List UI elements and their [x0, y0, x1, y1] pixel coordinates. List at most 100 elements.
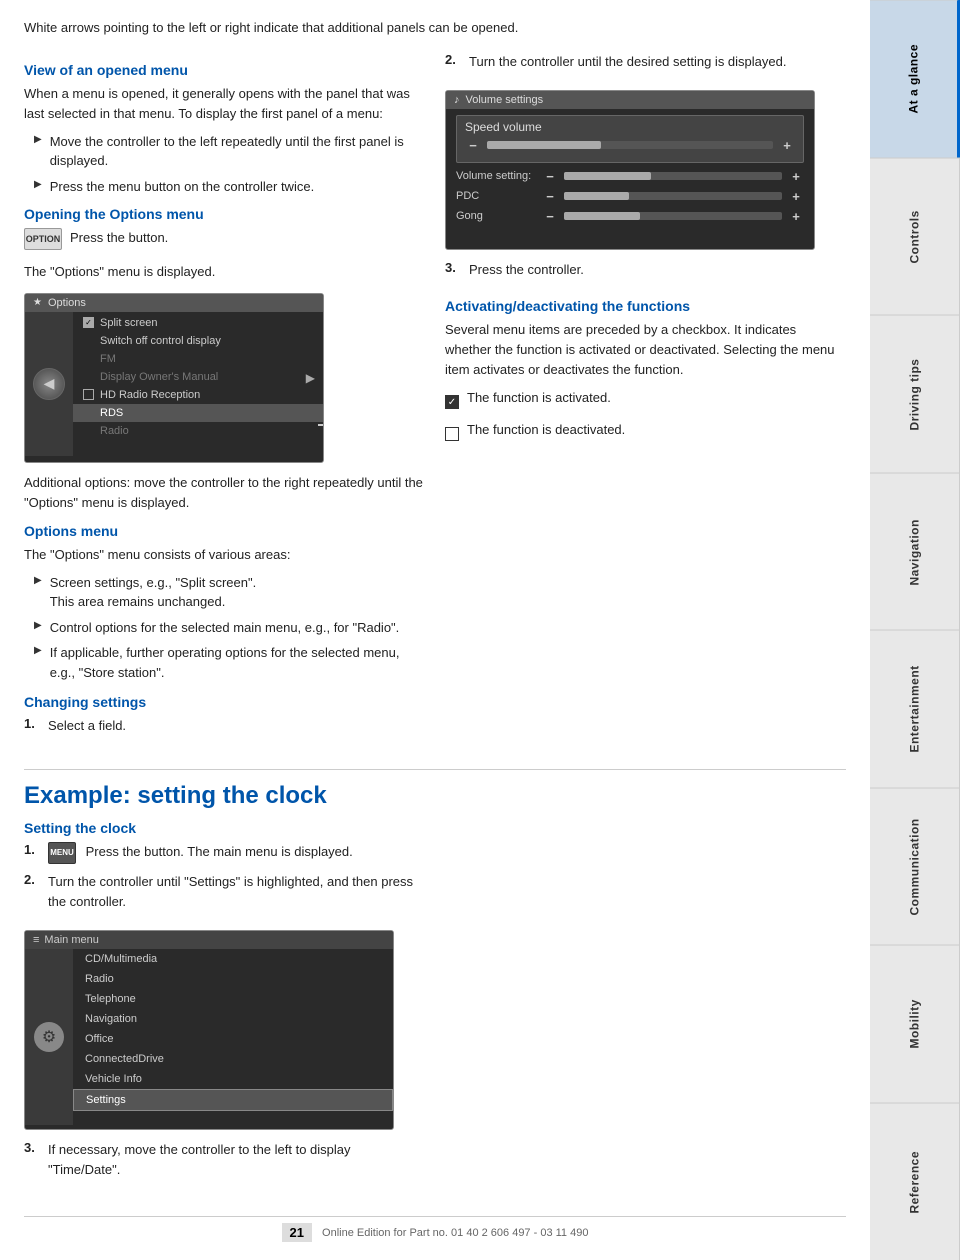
pointer-line: [265, 413, 324, 415]
activating-body: Several menu items are preceded by a che…: [445, 320, 846, 380]
example-step-1-text: Press the button. The main menu is displ…: [86, 844, 353, 859]
sidebar-tab-driving-tips[interactable]: Driving tips: [870, 315, 960, 473]
section-options-menu: Opening the Options menu OPTION Press th…: [24, 206, 425, 744]
checkbox-checked-icon: ✓: [83, 317, 94, 328]
activated-line: ✓ The function is activated.: [445, 388, 846, 416]
intro-text: White arrows pointing to the left or rig…: [24, 18, 846, 38]
right-step-3-label: 3.: [445, 260, 463, 288]
menu-item-office: Office: [73, 1029, 393, 1049]
left-arrow-icon: ◀: [44, 375, 55, 392]
sidebar-tab-communication[interactable]: Communication: [870, 788, 960, 946]
example-step-1: 1. MENU Press the button. The main menu …: [24, 842, 425, 864]
sidebar-tab-controls[interactable]: Controls: [870, 158, 960, 316]
sub-bullet-text-1: Screen settings, e.g., "Split screen".: [50, 575, 257, 590]
footer-text: Online Edition for Part no. 01 40 2 606 …: [322, 1227, 588, 1239]
menu-item-navigation: Navigation: [73, 1009, 393, 1029]
options-displayed-text: The "Options" menu is displayed.: [24, 262, 425, 282]
vol-setting-plus-icon: +: [788, 169, 804, 184]
options-screen-left-control: ◀: [25, 312, 73, 456]
options-screen-title: Options: [48, 297, 86, 309]
example-step-3-text: If necessary, move the controller to the…: [48, 1140, 425, 1180]
options-screen-body: ◀ ✓ Split screen Switch off control disp…: [25, 312, 323, 456]
unchecked-checkbox-icon: [445, 427, 459, 441]
sidebar-tab-navigation[interactable]: Navigation: [870, 473, 960, 631]
deactivated-text: The function is deactivated.: [467, 420, 625, 440]
vol-setting-minus-icon: −: [542, 169, 558, 184]
menu-label-display-owner: Display Owner's Manual: [100, 371, 218, 383]
example-step-3: 3. If necessary, move the controller to …: [24, 1140, 425, 1188]
options-title-icon: ★: [33, 297, 42, 308]
menu-label-fm: FM: [100, 353, 116, 365]
menu-item-split-screen: ✓ Split screen: [73, 314, 323, 332]
pdc-fill: [564, 192, 629, 200]
menu-item-telephone: Telephone: [73, 989, 393, 1009]
menu-label-switch-off: Switch off control display: [100, 335, 221, 347]
example-step-2: 2. Turn the controller until "Settings" …: [24, 872, 425, 920]
menu-item-cd: CD/Multimedia: [73, 949, 393, 969]
menu-label-split-screen: Split screen: [100, 317, 157, 329]
option-button-row: OPTION Press the button.: [24, 228, 425, 256]
bullet-arrow-icon-2: ▶: [34, 179, 42, 190]
rds-pointer: [318, 424, 324, 426]
pdc-bar: [564, 192, 782, 200]
additional-options-text: Additional options: move the controller …: [24, 473, 425, 513]
sub-bullet-arrow-1: ▶: [34, 575, 42, 586]
changing-settings-heading: Changing settings: [24, 694, 425, 710]
example-left-col: 1. MENU Press the button. The main menu …: [24, 842, 425, 1197]
gong-minus-icon: −: [542, 209, 558, 224]
main-menu-left-control: ⚙: [25, 949, 73, 1125]
option-button-icon: OPTION: [24, 228, 62, 250]
menu-button-icon: MENU: [48, 842, 76, 864]
activated-text: The function is activated.: [467, 388, 611, 408]
gear-icon: ⚙: [34, 1022, 64, 1052]
menu-label-hd-radio: HD Radio Reception: [100, 389, 200, 401]
gong-row: Gong − +: [456, 209, 804, 224]
speed-volume-fill: [487, 141, 601, 149]
right-step-2-label: 2.: [445, 52, 463, 80]
right-step-3-text: Press the controller.: [469, 260, 584, 280]
sub-bullet-1: ▶ Screen settings, e.g., "Split screen".…: [34, 573, 425, 612]
step-1-label: 1.: [24, 716, 42, 744]
sidebar-tab-reference[interactable]: Reference: [870, 1103, 960, 1260]
main-menu-screen-mockup: ≡ Main menu ⚙ CD/Multimedia Radio Teleph…: [24, 930, 394, 1130]
vol-setting-fill: [564, 172, 651, 180]
sidebar: At a glance Controls Driving tips Naviga…: [870, 0, 960, 1260]
sub-bullet-text-3: If applicable, further operating options…: [50, 643, 425, 682]
right-column: 2. Turn the controller until the desired…: [445, 52, 846, 753]
deactivated-line: The function is deactivated.: [445, 420, 846, 448]
speed-volume-plus-icon: +: [779, 138, 795, 153]
gong-label: Gong: [456, 210, 536, 222]
options-menu-heading: Opening the Options menu: [24, 206, 425, 222]
options-sub-body: The "Options" menu consists of various a…: [24, 545, 425, 565]
menu-item-display-owner: Display Owner's Manual: [73, 368, 323, 386]
options-screen-titlebar: ★ Options: [25, 294, 323, 312]
sidebar-tab-entertainment[interactable]: Entertainment: [870, 630, 960, 788]
options-menu-list: ✓ Split screen Switch off control displa…: [73, 312, 323, 456]
speed-volume-bar-row: − +: [465, 138, 795, 153]
gong-plus-icon: +: [788, 209, 804, 224]
right-arrow-icon: ▶: [306, 371, 315, 385]
volume-screen-content: Speed volume − + Volume setting: −: [446, 109, 814, 233]
menu-item-radio: Radio: [73, 422, 323, 440]
sidebar-tab-mobility[interactable]: Mobility: [870, 945, 960, 1103]
menu-item-fm: FM: [73, 350, 323, 368]
main-menu-title-icon: ≡: [33, 934, 39, 946]
bullet-arrow-icon: ▶: [34, 134, 42, 145]
sub-bullet-text-1b: This area remains unchanged.: [50, 594, 226, 609]
example-step-1-label: 1.: [24, 842, 42, 864]
menu-item-settings: Settings: [73, 1089, 393, 1111]
example-heading: Example: setting the clock: [24, 769, 846, 810]
checked-checkbox-icon: ✓: [445, 395, 459, 409]
options-screen-mockup: ★ Options ◀ ✓ Split: [24, 293, 324, 463]
menu-item-vehicle: Vehicle Info: [73, 1069, 393, 1089]
main-menu-title-text: Main menu: [44, 934, 98, 946]
joystick-control: ◀: [33, 368, 65, 400]
menu-item-connected: ConnectedDrive: [73, 1049, 393, 1069]
activating-section: Activating/deactivating the functions Se…: [445, 298, 846, 449]
menu-label-radio: Radio: [100, 425, 129, 437]
bullet-item-2: ▶ Press the menu button on the controlle…: [34, 177, 425, 197]
sidebar-tab-at-a-glance[interactable]: At a glance: [870, 0, 960, 158]
volume-title-icon: ♪: [454, 94, 460, 106]
gong-bar: [564, 212, 782, 220]
opened-menu-body: When a menu is opened, it generally open…: [24, 84, 425, 124]
